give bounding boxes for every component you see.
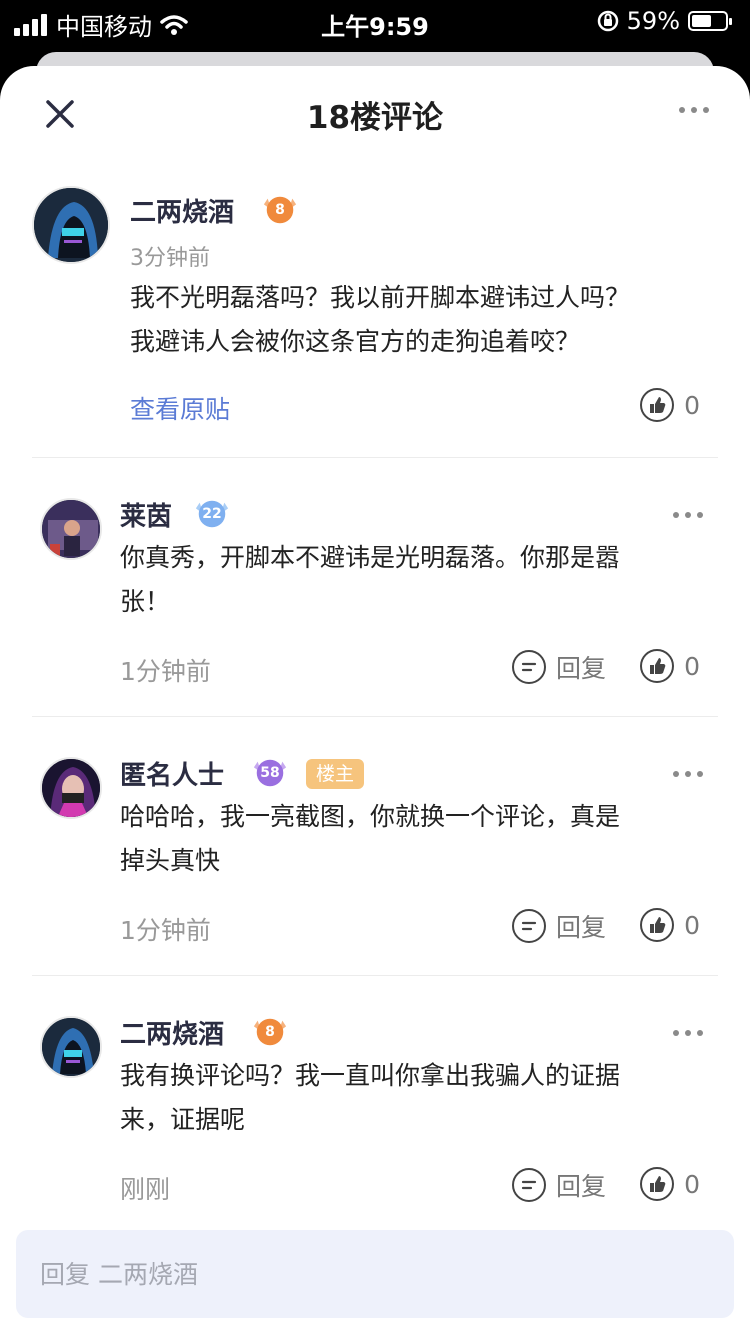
more-options-button[interactable] <box>674 94 714 126</box>
more-icon <box>673 512 703 518</box>
comment-item: 匿名人士 58 楼主 哈哈哈，我一亮截图，你就换一个评论，真是 掉头真快 1分钟… <box>0 735 750 993</box>
reply-icon <box>512 650 546 684</box>
avatar[interactable] <box>32 186 110 264</box>
like-button[interactable]: 0 <box>640 908 700 942</box>
like-count: 0 <box>684 1169 700 1199</box>
like-button[interactable]: 0 <box>640 1167 700 1201</box>
avatar-image <box>42 500 100 558</box>
comment-more-button[interactable] <box>668 1020 708 1046</box>
comment-text-line-2: 张！ <box>120 587 171 616</box>
comment-text-line-1: 哈哈哈，我一亮截图，你就换一个评论，真是 <box>120 802 621 831</box>
comment-sheet: 18楼评论 二两烧酒 8 3分钟前 我不光明磊落吗？我以前开脚本避讳过人吗？ 我 <box>0 66 750 1334</box>
like-button[interactable]: 0 <box>640 649 700 683</box>
battery-fill <box>692 15 711 27</box>
divider <box>32 716 718 717</box>
view-original-link[interactable]: 查看原贴 <box>130 390 230 426</box>
comment-more-button[interactable] <box>668 502 708 528</box>
page-title: 18楼评论 <box>306 100 444 136</box>
avatar[interactable] <box>40 1016 102 1078</box>
comment-text-line-2: 来，证据呢 <box>120 1105 246 1134</box>
post-text-line-1: 我不光明磊落吗？我以前开脚本避讳过人吗？ <box>130 283 631 312</box>
comment-item: 二两烧酒 8 我有换评论吗？我一直叫你拿出我骗人的证据 来，证据呢 刚刚 回复 … <box>0 994 750 1252</box>
post-text-line-2: 我避讳人会被你这条官方的走狗追着咬？ <box>130 327 581 356</box>
orientation-lock-icon <box>597 10 618 32</box>
divider <box>32 975 718 976</box>
comment-text-line-1: 你真秀，开脚本不避讳是光明磊落。你那是嚣 <box>120 543 621 572</box>
reply-button[interactable]: 回复 <box>512 649 606 685</box>
battery-icon <box>688 11 732 31</box>
battery-percent: 59% <box>626 7 680 35</box>
comment-time: 1分钟前 <box>120 916 211 945</box>
reply-icon <box>512 909 546 943</box>
level-badge: 58 <box>252 755 288 791</box>
level-badge: 8 <box>252 1014 288 1050</box>
avatar[interactable] <box>40 757 102 819</box>
like-count: 0 <box>684 910 700 940</box>
more-icon <box>673 1030 703 1036</box>
comment-text-line-2: 掉头真快 <box>120 846 221 875</box>
post-time: 3分钟前 <box>130 246 210 271</box>
reply-input-container[interactable] <box>16 1230 734 1318</box>
comment-item: 莱茵 22 你真秀，开脚本不避讳是光明磊落。你那是嚣 张！ 1分钟前 回复 0 <box>0 476 750 734</box>
reply-button[interactable]: 回复 <box>512 1167 606 1203</box>
like-icon <box>640 1167 675 1201</box>
avatar-image <box>34 188 108 262</box>
level-number: 22 <box>202 506 222 522</box>
reply-label: 回复 <box>556 913 607 942</box>
username[interactable]: 匿名人士 <box>120 755 224 792</box>
like-count: 0 <box>684 390 700 420</box>
original-post: 二两烧酒 8 3分钟前 我不光明磊落吗？我以前开脚本避讳过人吗？ 我避讳人会被你… <box>0 178 750 458</box>
like-count: 0 <box>684 651 700 681</box>
reply-label: 回复 <box>556 654 607 683</box>
comment-more-button[interactable] <box>668 761 708 787</box>
comment-time: 1分钟前 <box>120 657 211 686</box>
sheet-header: 18楼评论 <box>0 66 750 158</box>
avatar[interactable] <box>40 498 102 560</box>
level-number: 8 <box>275 202 285 218</box>
reply-button[interactable]: 回复 <box>512 908 606 944</box>
reply-input[interactable] <box>16 1230 734 1318</box>
status-right: 59% <box>597 7 732 35</box>
username[interactable]: 二两烧酒 <box>120 1014 224 1051</box>
more-icon <box>679 107 709 113</box>
username[interactable]: 莱茵 <box>120 496 172 533</box>
battery-cap <box>729 18 732 25</box>
level-badge: 8 <box>262 192 298 228</box>
divider <box>32 457 718 458</box>
owner-tag: 楼主 <box>306 759 365 789</box>
username[interactable]: 二两烧酒 <box>130 192 234 229</box>
avatar-image <box>42 1018 100 1076</box>
like-icon <box>640 649 675 683</box>
status-bar: 中国移动 上午9:59 59% <box>0 0 750 42</box>
comment-time: 刚刚 <box>120 1175 171 1204</box>
like-icon <box>640 908 675 942</box>
comment-text-line-1: 我有换评论吗？我一直叫你拿出我骗人的证据 <box>120 1061 621 1090</box>
reply-icon <box>512 1168 546 1202</box>
avatar-image <box>42 759 100 817</box>
level-badge: 22 <box>194 496 230 532</box>
level-number: 58 <box>260 765 280 781</box>
more-icon <box>673 771 703 777</box>
level-number: 8 <box>265 1024 275 1040</box>
like-button[interactable]: 0 <box>640 388 700 422</box>
like-icon <box>640 388 675 422</box>
reply-label: 回复 <box>556 1172 607 1201</box>
